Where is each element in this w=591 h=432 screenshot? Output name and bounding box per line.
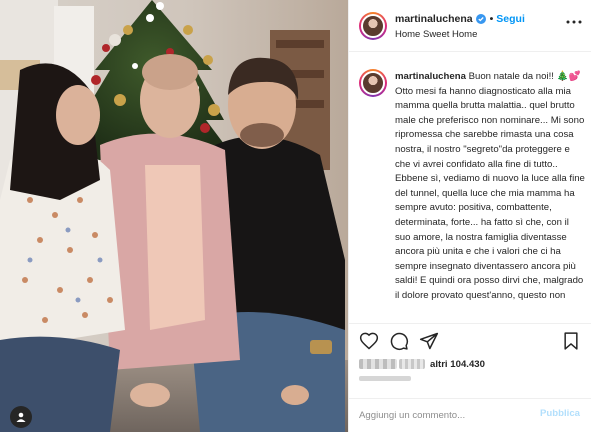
header-dot-separator: • xyxy=(489,13,494,25)
family-christmas-photo xyxy=(0,0,348,432)
follow-button[interactable]: Segui xyxy=(496,13,525,25)
share-icon[interactable] xyxy=(419,331,439,351)
likes-count: 104.430 xyxy=(450,358,485,370)
post-photo[interactable] xyxy=(0,0,348,432)
caption-area: martinaluchena Buon natale da noi!! 🎄💕 O… xyxy=(349,53,591,323)
caption-first-line: Buon natale da noi!! 🎄💕 xyxy=(468,71,581,82)
more-options-icon[interactable] xyxy=(566,19,582,25)
profile-avatar[interactable] xyxy=(359,12,387,40)
heart-icon[interactable] xyxy=(359,331,379,351)
comment-icon[interactable] xyxy=(389,331,409,351)
comment-bar: Pubblica xyxy=(349,398,591,432)
caption-username[interactable]: martinaluchena xyxy=(395,71,466,82)
likes-prefix: altri xyxy=(430,358,448,370)
likes-censored-name-2 xyxy=(399,359,425,369)
header-user-row: martinaluchena • Segui xyxy=(395,13,525,25)
bookmark-icon[interactable] xyxy=(561,331,581,351)
user-tag-glyph xyxy=(16,412,26,422)
header-username[interactable]: martinaluchena xyxy=(395,13,473,25)
action-bar xyxy=(349,323,591,357)
caption-body: Otto mesi fa hanno diagnosticato alla mi… xyxy=(395,85,585,301)
likes-censored-name xyxy=(359,359,397,369)
caption-text: martinaluchena Buon natale da noi!! 🎄💕 O… xyxy=(395,70,585,304)
likes-summary[interactable]: altri 104.430 xyxy=(359,356,485,372)
post-date-censored xyxy=(359,376,411,381)
caption-avatar[interactable] xyxy=(359,69,387,97)
comment-input[interactable] xyxy=(359,407,519,423)
post-sidebar: martinaluchena • Segui Home Sweet Home m… xyxy=(348,0,591,432)
user-tag-icon[interactable] xyxy=(10,406,32,428)
location-link[interactable]: Home Sweet Home xyxy=(395,29,477,40)
publish-button[interactable]: Pubblica xyxy=(540,408,580,419)
verified-badge-icon xyxy=(475,14,486,24)
post-header: martinaluchena • Segui Home Sweet Home xyxy=(349,0,591,52)
